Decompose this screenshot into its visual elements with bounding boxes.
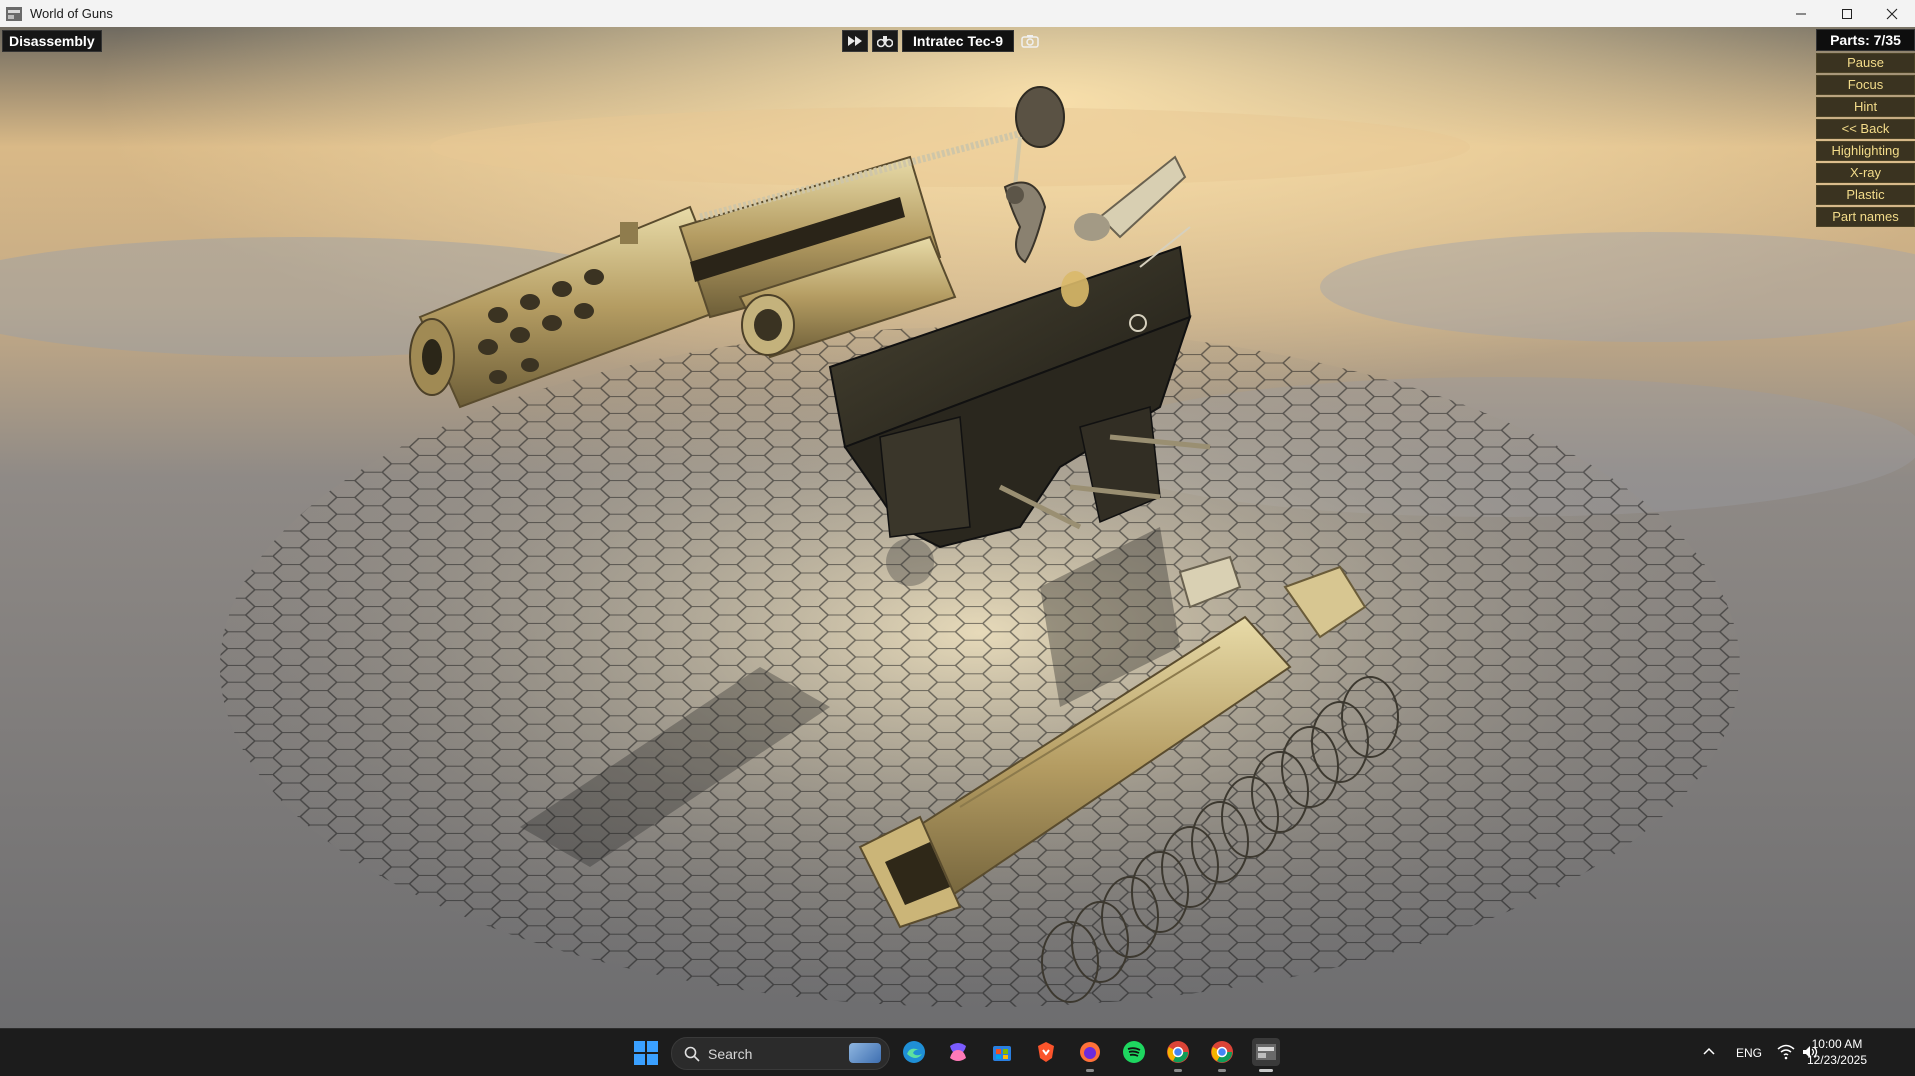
running-indicator — [1174, 1069, 1182, 1072]
xray-button[interactable]: X-ray — [1816, 163, 1915, 183]
close-button[interactable] — [1869, 0, 1915, 27]
taskbar: Search ENG 10:00 AM 12/23/2025 — [0, 1028, 1915, 1076]
scene-render — [0, 27, 1915, 1028]
binoculars-icon — [877, 36, 893, 48]
firefox-icon[interactable] — [1076, 1038, 1104, 1072]
title-bar: World of Guns — [0, 0, 1915, 28]
taskbar-search[interactable]: Search — [671, 1037, 890, 1070]
pause-button[interactable]: Pause — [1816, 53, 1915, 73]
minimize-icon — [1796, 13, 1806, 14]
copilot-icon[interactable] — [944, 1038, 972, 1066]
clock-date: 12/23/2025 — [1806, 1053, 1867, 1067]
fast-forward-button[interactable] — [842, 30, 868, 52]
clock-time: 10:00 AM — [1811, 1037, 1863, 1051]
right-control-panel: Parts: 7/35 Pause Focus Hint << Back Hig… — [1816, 29, 1915, 227]
maximize-icon — [1842, 8, 1852, 19]
active-indicator — [1259, 1069, 1273, 1072]
search-highlight-icon — [849, 1043, 881, 1063]
highlighting-button[interactable]: Highlighting — [1816, 141, 1915, 161]
chevron-up-icon[interactable] — [1702, 1045, 1716, 1059]
maximize-button[interactable] — [1824, 0, 1870, 27]
camera-icon — [1021, 35, 1039, 48]
world-of-guns-icon[interactable] — [1252, 1038, 1280, 1072]
search-label: Search — [708, 1045, 753, 1062]
running-indicator — [1218, 1069, 1226, 1072]
spotify-icon[interactable] — [1120, 1038, 1148, 1066]
edge-icon[interactable] — [900, 1038, 928, 1066]
back-button[interactable]: << Back — [1816, 119, 1915, 139]
part-names-button[interactable]: Part names — [1816, 207, 1915, 227]
parts-counter: Parts: 7/35 — [1816, 29, 1915, 51]
windows-start-icon[interactable] — [633, 1040, 659, 1066]
top-toolbar: Intratec Tec-9 — [842, 30, 1042, 52]
search-icon — [684, 1046, 700, 1062]
store-icon[interactable] — [988, 1038, 1016, 1066]
binoculars-button[interactable] — [872, 30, 898, 52]
running-indicator — [1086, 1069, 1094, 1072]
focus-button[interactable]: Focus — [1816, 75, 1915, 95]
chrome-icon[interactable] — [1164, 1038, 1192, 1072]
weapon-name: Intratec Tec-9 — [902, 30, 1014, 52]
brave-icon[interactable] — [1032, 1038, 1060, 1066]
fast-forward-icon — [848, 36, 862, 46]
close-icon — [1886, 8, 1898, 19]
mode-label: Disassembly — [2, 30, 102, 52]
minimize-button[interactable] — [1778, 0, 1824, 27]
window-title: World of Guns — [30, 6, 113, 21]
screenshot-button[interactable] — [1018, 31, 1042, 51]
chrome-profile-icon[interactable] — [1208, 1038, 1236, 1072]
3d-viewport[interactable]: Disassembly Intratec Tec-9 Parts: 7/35 P… — [0, 27, 1915, 1028]
plastic-button[interactable]: Plastic — [1816, 185, 1915, 205]
wifi-icon[interactable] — [1777, 1044, 1795, 1060]
language-indicator[interactable]: ENG — [1736, 1046, 1762, 1060]
world-of-guns-app-icon — [6, 6, 22, 21]
hint-button[interactable]: Hint — [1816, 97, 1915, 117]
system-clock[interactable]: 10:00 AM 12/23/2025 — [1807, 1036, 1867, 1068]
